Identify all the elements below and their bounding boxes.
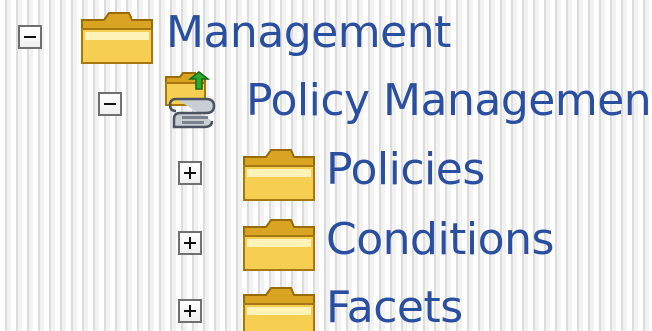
folder-icon: [242, 285, 316, 331]
folder-icon: [242, 147, 316, 207]
folder-icon: [242, 217, 316, 277]
tree-node-management[interactable]: Management: [0, 6, 452, 66]
tree-node-conditions[interactable]: Conditions: [160, 210, 560, 271]
object-explorer-tree: Management Policy Management Policies Co…: [0, 0, 652, 331]
policy-management-icon: [162, 71, 232, 137]
tree-node-label: Conditions: [326, 214, 554, 265]
folder-icon: [80, 10, 154, 70]
expand-toggle-facets[interactable]: [178, 299, 202, 323]
tree-node-label: Facets: [326, 282, 463, 331]
tree-node-label: Policy Management: [246, 75, 652, 126]
expand-toggle-policies[interactable]: [178, 161, 202, 185]
tree-node-label: Policies: [326, 144, 485, 195]
collapse-toggle-management[interactable]: [18, 25, 42, 49]
expand-toggle-conditions[interactable]: [178, 231, 202, 255]
tree-node-policy-management[interactable]: Policy Management: [80, 71, 652, 131]
tree-node-facets[interactable]: Facets: [160, 278, 500, 331]
tree-node-policies[interactable]: Policies: [160, 140, 500, 201]
collapse-toggle-policy-management[interactable]: [98, 92, 122, 116]
tree-node-label: Management: [166, 7, 451, 58]
